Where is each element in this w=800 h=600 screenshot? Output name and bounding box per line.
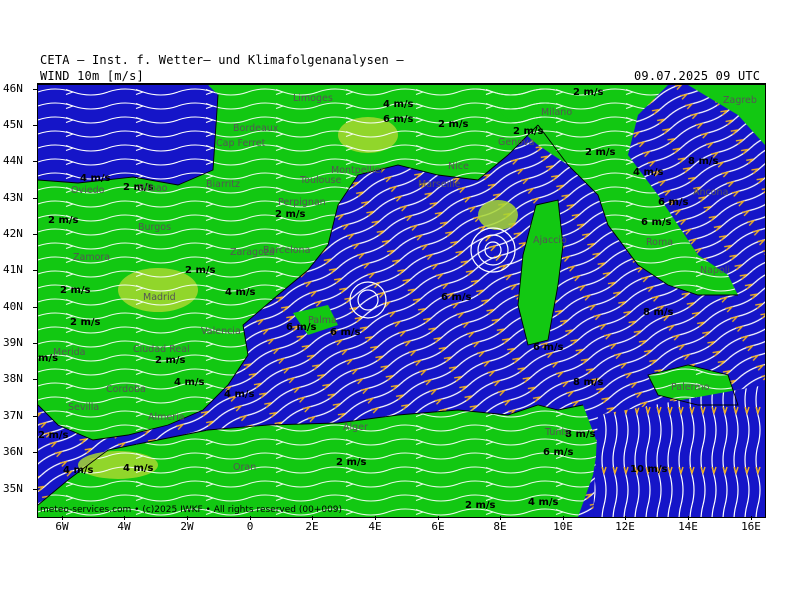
svg-text:Cap Ferret: Cap Ferret bbox=[216, 138, 266, 149]
lon-label: 12E bbox=[615, 520, 635, 533]
field-title: WIND 10m [m/s] bbox=[40, 69, 144, 83]
svg-text:8 m/s: 8 m/s bbox=[688, 156, 719, 167]
svg-text:2 m/s: 2 m/s bbox=[38, 430, 69, 441]
svg-text:2 m/s: 2 m/s bbox=[438, 119, 469, 130]
svg-text:10 m/s: 10 m/s bbox=[630, 464, 667, 475]
atlantic-streamlines bbox=[38, 85, 218, 185]
lon-label: 10E bbox=[553, 520, 573, 533]
lon-label: 4E bbox=[368, 520, 382, 533]
copyright-footer: meteo-services.com • (c)2025 IWKF • All … bbox=[40, 505, 343, 515]
svg-text:4 m/s: 4 m/s bbox=[123, 463, 154, 474]
svg-text:2 m/s: 2 m/s bbox=[465, 500, 496, 511]
svg-text:Tunis: Tunis bbox=[544, 427, 569, 438]
lat-label: 39N bbox=[3, 336, 23, 349]
svg-text:Oran: Oran bbox=[233, 462, 256, 473]
svg-text:2 m/s: 2 m/s bbox=[585, 147, 616, 158]
svg-text:2 m/s: 2 m/s bbox=[513, 126, 544, 137]
svg-text:2 m/s: 2 m/s bbox=[275, 209, 306, 220]
svg-text:Sevilla: Sevilla bbox=[68, 402, 99, 413]
institute-title: CETA — Inst. f. Wetter— und Klimafolgena… bbox=[40, 53, 404, 67]
lat-label: 36N bbox=[3, 445, 23, 458]
svg-text:Almeria: Almeria bbox=[148, 412, 185, 423]
svg-text:Ancona: Ancona bbox=[693, 187, 728, 198]
svg-text:Burgos: Burgos bbox=[138, 222, 171, 233]
svg-text:2 m/s: 2 m/s bbox=[185, 265, 216, 276]
svg-text:4 m/s: 4 m/s bbox=[174, 377, 205, 388]
svg-text:Genova: Genova bbox=[498, 137, 534, 148]
svg-text:4 m/s: 4 m/s bbox=[225, 287, 256, 298]
svg-text:Zagreb: Zagreb bbox=[723, 95, 757, 106]
wind-map-canvas: 4 m/s 6 m/s 2 m/s 2 m/s 2 m/s 2 m/s 2 m/s 4 … bbox=[38, 85, 765, 517]
lon-label: 6W bbox=[55, 520, 69, 533]
svg-text:Merida: Merida bbox=[53, 347, 85, 358]
svg-text:Ajaccio: Ajaccio bbox=[533, 235, 567, 246]
svg-text:6 m/s: 6 m/s bbox=[383, 114, 414, 125]
svg-text:Bordeaux: Bordeaux bbox=[233, 123, 279, 134]
svg-text:2 m/s: 2 m/s bbox=[60, 285, 91, 296]
lon-label: 2W bbox=[180, 520, 194, 533]
svg-text:Oviedo: Oviedo bbox=[71, 185, 105, 196]
svg-text:Bilbao: Bilbao bbox=[138, 183, 168, 194]
svg-text:Palermo: Palermo bbox=[671, 382, 710, 393]
svg-text:Toulouse: Toulouse bbox=[299, 175, 341, 186]
valid-time: 09.07.2025 09 UTC bbox=[634, 69, 761, 83]
svg-text:Napoli: Napoli bbox=[700, 265, 730, 276]
lon-label: 0 bbox=[246, 520, 254, 533]
svg-text:4 m/s: 4 m/s bbox=[80, 173, 111, 184]
svg-text:Palma: Palma bbox=[308, 315, 337, 326]
svg-text:Valencia: Valencia bbox=[201, 326, 241, 337]
lat-label: 37N bbox=[3, 409, 23, 422]
lon-label: 4W bbox=[117, 520, 131, 533]
lon-label: 16E bbox=[741, 520, 761, 533]
svg-text:2 m/s: 2 m/s bbox=[155, 355, 186, 366]
svg-text:Limoges: Limoges bbox=[293, 93, 333, 104]
svg-text:2 m/s: 2 m/s bbox=[70, 317, 101, 328]
lat-label: 43N bbox=[3, 191, 23, 204]
wind-map: 4 m/s 6 m/s 2 m/s 2 m/s 2 m/s 2 m/s 2 m/s 4 … bbox=[37, 84, 766, 518]
svg-text:Alger: Alger bbox=[343, 422, 368, 433]
svg-text:Zamora: Zamora bbox=[73, 252, 110, 263]
svg-text:6 m/s: 6 m/s bbox=[543, 447, 574, 458]
lat-label: 41N bbox=[3, 263, 23, 276]
lon-label: 8E bbox=[493, 520, 507, 533]
svg-text:Madrid: Madrid bbox=[143, 292, 176, 303]
lat-label: 38N bbox=[3, 372, 23, 385]
svg-text:8 m/s: 8 m/s bbox=[573, 377, 604, 388]
lat-label: 40N bbox=[3, 300, 23, 313]
svg-text:Montpellier: Montpellier bbox=[331, 165, 384, 176]
svg-text:2 m/s: 2 m/s bbox=[336, 457, 367, 468]
svg-text:6 m/s: 6 m/s bbox=[441, 292, 472, 303]
svg-text:Nice: Nice bbox=[448, 161, 469, 172]
lon-label: 6E bbox=[431, 520, 445, 533]
lon-label: 2E bbox=[305, 520, 319, 533]
svg-text:6 m/s: 6 m/s bbox=[330, 327, 361, 338]
svg-text:4 m/s: 4 m/s bbox=[383, 99, 414, 110]
svg-text:Roma: Roma bbox=[646, 237, 673, 248]
svg-text:Biarritz: Biarritz bbox=[206, 179, 240, 190]
svg-text:Perpignan: Perpignan bbox=[278, 197, 326, 208]
svg-text:Ciudad Real: Ciudad Real bbox=[133, 344, 190, 355]
svg-text:Milano: Milano bbox=[541, 107, 572, 118]
lat-label: 45N bbox=[3, 118, 23, 131]
svg-text:8 m/s: 8 m/s bbox=[643, 307, 674, 318]
svg-text:Barcelona: Barcelona bbox=[263, 245, 310, 256]
svg-text:6 m/s: 6 m/s bbox=[533, 342, 564, 353]
lon-label: 14E bbox=[678, 520, 698, 533]
svg-text:2 m/s: 2 m/s bbox=[48, 215, 79, 226]
svg-text:4 m/s: 4 m/s bbox=[633, 167, 664, 178]
svg-text:8 m/s: 8 m/s bbox=[565, 429, 596, 440]
svg-text:Marseille: Marseille bbox=[418, 179, 461, 190]
lat-label: 44N bbox=[3, 154, 23, 167]
svg-text:4 m/s: 4 m/s bbox=[224, 389, 255, 400]
svg-text:4 m/s: 4 m/s bbox=[528, 497, 559, 508]
lat-label: 46N bbox=[3, 82, 23, 95]
svg-text:4 m/s: 4 m/s bbox=[63, 465, 94, 476]
lat-label: 42N bbox=[3, 227, 23, 240]
svg-text:Cordoba: Cordoba bbox=[106, 384, 146, 395]
svg-text:6 m/s: 6 m/s bbox=[641, 217, 672, 228]
lat-label: 35N bbox=[3, 482, 23, 495]
svg-text:6 m/s: 6 m/s bbox=[658, 197, 689, 208]
svg-text:2 m/s: 2 m/s bbox=[573, 87, 604, 98]
